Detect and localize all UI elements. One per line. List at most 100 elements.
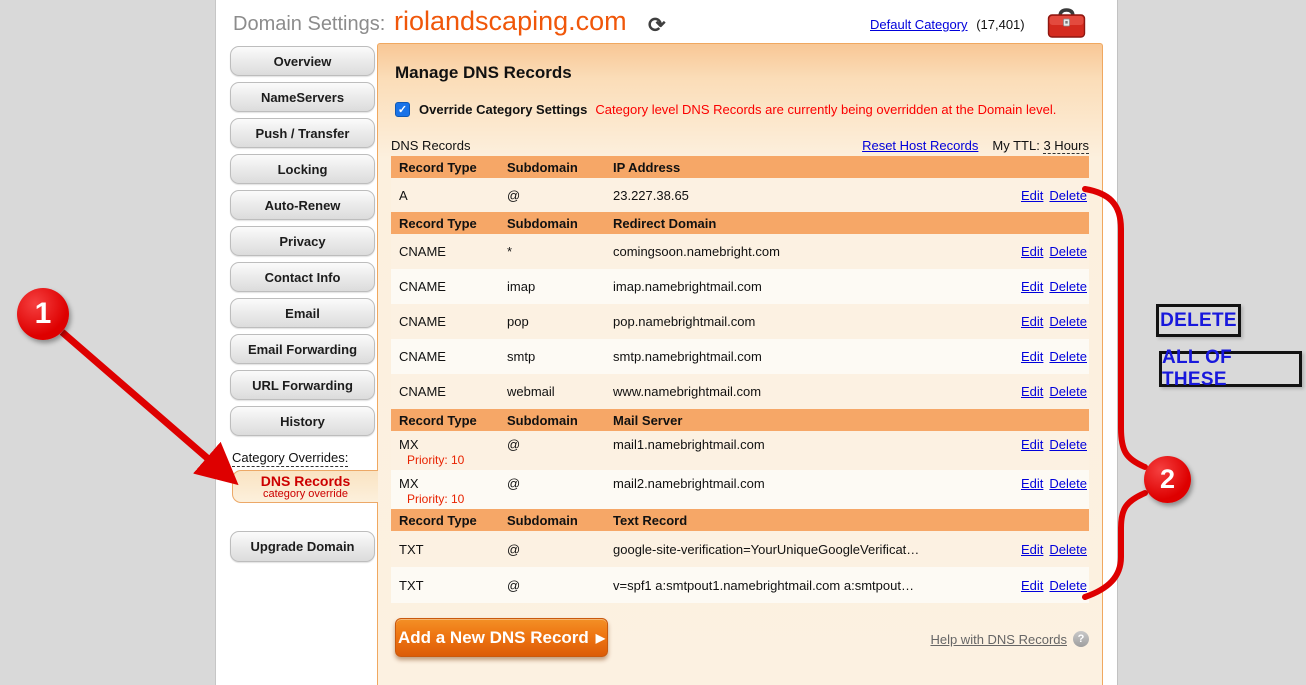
domain-name: riolandscaping.com	[394, 6, 627, 37]
default-category-link[interactable]: Default Category	[870, 17, 968, 32]
table-section-header: Record TypeSubdomainText Record	[391, 509, 1089, 531]
override-checkbox[interactable]: ✓	[395, 102, 410, 117]
sidebar-item-email-forwarding[interactable]: Email Forwarding	[230, 334, 375, 364]
category-overrides-label: Category Overrides:	[232, 450, 348, 467]
header-value: Redirect Domain	[613, 216, 997, 231]
ttl-value[interactable]: 3 Hours	[1043, 138, 1089, 154]
sidebar-item-contact-info[interactable]: Contact Info	[230, 262, 375, 292]
edit-link[interactable]: Edit	[1021, 476, 1043, 491]
record-type-value: TXT	[399, 542, 507, 557]
sidebar-item-push-transfer[interactable]: Push / Transfer	[230, 118, 375, 148]
record-type-cell: A	[391, 188, 507, 203]
table-row: CNAMEwebmailwww.namebrightmail.comEditDe…	[391, 374, 1089, 409]
step1-badge: 1	[17, 288, 69, 340]
sidebar-item-dns-records-active[interactable]: DNS Records category override	[232, 470, 378, 503]
record-value-cell: smtp.namebrightmail.com	[613, 349, 997, 364]
row-actions: Edit Delete	[997, 476, 1089, 491]
table-row: A@23.227.38.65EditDelete	[391, 178, 1089, 212]
dns-records-tab-sublabel: category override	[263, 488, 348, 500]
table-toolbar: DNS Records Reset Host Records My TTL: 3…	[391, 138, 1089, 153]
row-actions: Edit Delete	[997, 578, 1089, 593]
header-value: IP Address	[613, 160, 997, 175]
sidebar-item-privacy[interactable]: Privacy	[230, 226, 375, 256]
help-dns-records-link[interactable]: Help with DNS Records	[930, 632, 1067, 647]
delete-annotation-label: DELETE	[1156, 304, 1241, 337]
delete-link[interactable]: Delete	[1049, 279, 1087, 294]
delete-link[interactable]: Delete	[1049, 314, 1087, 329]
record-type-cell: TXT	[391, 542, 507, 557]
edit-link[interactable]: Edit	[1021, 244, 1043, 259]
edit-link[interactable]: Edit	[1021, 314, 1043, 329]
subdomain-cell: @	[507, 476, 613, 491]
row-actions: Edit Delete	[997, 314, 1089, 329]
table-row: MXPriority: 10@mail2.namebrightmail.comE…	[391, 470, 1089, 509]
header-value: Text Record	[613, 513, 997, 528]
record-type-value: CNAME	[399, 279, 507, 294]
sidebar-nav: Overview NameServers Push / Transfer Lockin…	[230, 46, 375, 442]
edit-link[interactable]: Edit	[1021, 437, 1043, 452]
sidebar-item-url-forwarding[interactable]: URL Forwarding	[230, 370, 375, 400]
subdomain-cell: @	[507, 578, 613, 593]
sidebar-item-locking[interactable]: Locking	[230, 154, 375, 184]
panel-heading: Manage DNS Records	[395, 63, 572, 83]
subdomain-cell: @	[507, 188, 613, 203]
row-actions: Edit Delete	[997, 188, 1089, 203]
edit-link[interactable]: Edit	[1021, 188, 1043, 203]
sidebar-item-overview[interactable]: Overview	[230, 46, 375, 76]
subdomain-cell: pop	[507, 314, 613, 329]
row-actions: Edit Delete	[997, 244, 1089, 259]
record-type-cell: CNAME	[391, 349, 507, 364]
default-category-count: (17,401)	[976, 17, 1024, 32]
override-row: ✓ Override Category Settings Category le…	[395, 102, 1056, 117]
upgrade-domain-button[interactable]: Upgrade Domain	[230, 531, 375, 562]
override-checkbox-label: Override Category Settings	[419, 102, 587, 117]
delete-link[interactable]: Delete	[1049, 349, 1087, 364]
edit-link[interactable]: Edit	[1021, 384, 1043, 399]
sidebar-item-history[interactable]: History	[230, 406, 375, 436]
sidebar-item-nameservers[interactable]: NameServers	[230, 82, 375, 112]
page-title-label: Domain Settings:	[233, 13, 385, 36]
ttl-group: My TTL: 3 Hours	[992, 138, 1089, 153]
delete-link[interactable]: Delete	[1049, 244, 1087, 259]
header-value: Mail Server	[613, 413, 997, 428]
edit-link[interactable]: Edit	[1021, 542, 1043, 557]
edit-link[interactable]: Edit	[1021, 578, 1043, 593]
table-section-header: Record TypeSubdomainIP Address	[391, 156, 1089, 178]
edit-link[interactable]: Edit	[1021, 279, 1043, 294]
row-actions: Edit Delete	[997, 542, 1089, 557]
table-row: CNAMEpoppop.namebrightmail.com Edit Delete	[391, 304, 1089, 339]
record-type-cell: MXPriority: 10	[391, 476, 507, 506]
reset-host-records-link[interactable]: Reset Host Records	[862, 138, 978, 153]
question-mark-icon[interactable]: ?	[1073, 631, 1089, 647]
subdomain-cell: @	[507, 437, 613, 452]
record-value-cell: v=spf1 a:smtpout1.namebrightmail.com a:s…	[613, 578, 997, 593]
delete-link[interactable]: Delete	[1049, 384, 1087, 399]
delete-link[interactable]: Delete	[1049, 476, 1087, 491]
add-dns-record-button[interactable]: Add a New DNS Record ▶	[395, 618, 608, 657]
row-actions: Edit Delete	[997, 384, 1089, 399]
edit-link[interactable]: Edit	[1021, 349, 1043, 364]
delete-link[interactable]: Delete	[1049, 578, 1087, 593]
subdomain-cell: imap	[507, 279, 613, 294]
record-type-cell: CNAME	[391, 279, 507, 294]
subdomain-cell: *	[507, 244, 613, 259]
ttl-label: My TTL:	[992, 138, 1039, 153]
record-type-value: CNAME	[399, 314, 507, 329]
dns-table: Record TypeSubdomainIP AddressA@23.227.3…	[391, 156, 1089, 603]
delete-link[interactable]: Delete	[1049, 542, 1087, 557]
record-type-cell: CNAME	[391, 314, 507, 329]
delete-link[interactable]: Delete	[1049, 437, 1087, 452]
refresh-icon[interactable]: ⟳	[648, 13, 666, 38]
override-notice: Category level DNS Records are currently…	[595, 102, 1056, 117]
sidebar-item-auto-renew[interactable]: Auto-Renew	[230, 190, 375, 220]
sidebar-item-email[interactable]: Email	[230, 298, 375, 328]
delete-link[interactable]: Delete	[1049, 188, 1087, 203]
table-label: DNS Records	[391, 138, 470, 153]
record-type-cell: CNAME	[391, 384, 507, 399]
table-section-header: Record TypeSubdomainMail Server	[391, 409, 1089, 431]
all-of-these-annotation-label: ALL OF THESE	[1159, 351, 1302, 387]
record-value-cell: pop.namebrightmail.com	[613, 314, 997, 329]
toolbox-icon[interactable]	[1047, 7, 1086, 39]
table-row: TXT@google-site-verification=YourUniqueG…	[391, 531, 1089, 567]
record-value-cell: comingsoon.namebright.com	[613, 244, 997, 259]
